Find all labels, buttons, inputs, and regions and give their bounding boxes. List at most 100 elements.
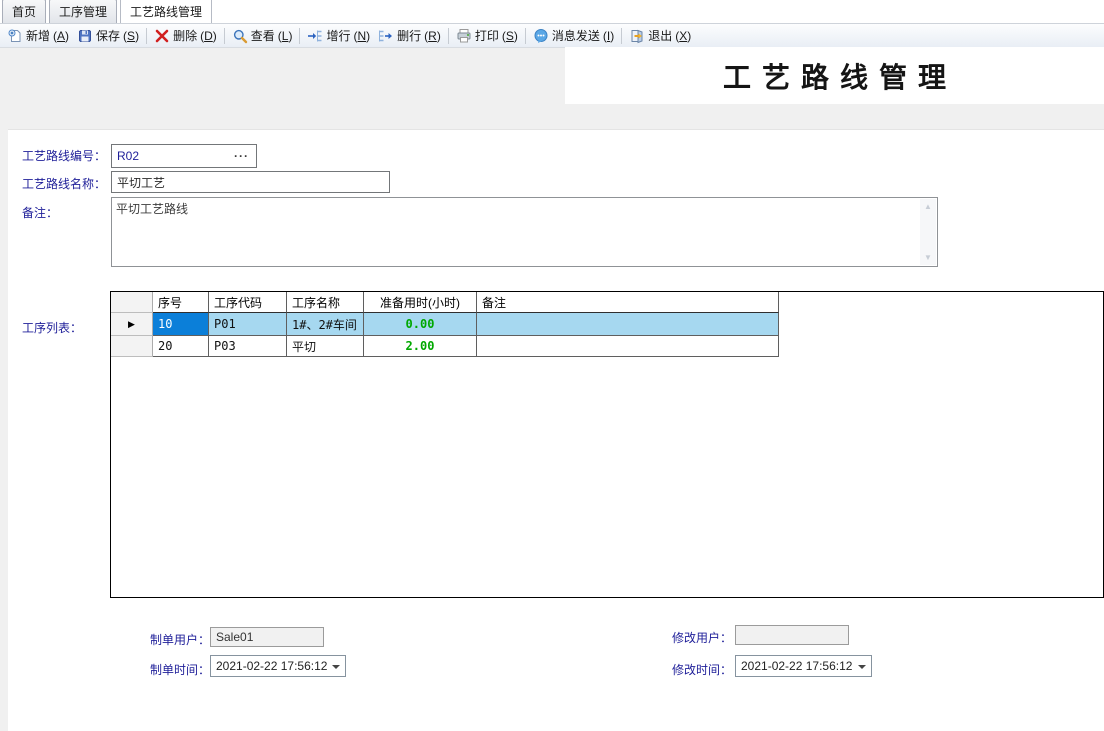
new-document-icon [7,28,23,44]
delete-icon [154,28,170,44]
send-message-button-hotkey: I [603,29,614,43]
route-no-input[interactable]: R02 ··· [111,144,257,168]
toolbar-separator [621,28,622,44]
tab-home[interactable]: 首页 [2,0,46,23]
toolbar-separator [525,28,526,44]
new-button-hotkey: A [53,29,69,43]
toolbar-separator [146,28,147,44]
delete-button[interactable]: 删除D [150,26,221,45]
print-button[interactable]: 打印S [452,26,522,45]
new-button-label: 新增 [26,27,50,44]
col-header-name[interactable]: 工序名称 [287,292,364,313]
cell-remark[interactable] [477,313,779,336]
message-icon [533,28,549,44]
create-time-label: 制单时间： [150,661,210,678]
current-row-arrow-icon: ▶ [128,319,135,330]
save-button-hotkey: S [123,29,139,43]
chevron-down-icon [858,665,866,673]
cell-code[interactable]: P01 [209,313,287,336]
grid-header-row: 序号 工序代码 工序名称 准备用时(小时) 备注 [111,292,1103,313]
page-title: 工艺路线管理 [712,56,957,96]
view-icon [232,28,248,44]
cell-name[interactable]: 平切 [287,336,364,357]
scroll-down-icon[interactable]: ▼ [920,250,936,265]
route-no-value: R02 [117,149,139,163]
title-banner: 工艺路线管理 [565,47,1104,104]
remark-value: 平切工艺路线 [116,202,188,216]
table-row[interactable]: ▶ 10 P01 1#、2#车间 0.00 [111,313,1103,336]
col-header-remark[interactable]: 备注 [477,292,779,313]
cell-prep-time[interactable]: 0.00 [364,313,477,336]
delete-row-button[interactable]: 删行R [374,26,445,45]
view-button-label: 查看 [251,27,275,44]
cell-seq[interactable]: 10 [153,313,209,336]
print-icon [456,28,472,44]
modify-time-value: 2021-02-22 17:56:12 [741,659,852,673]
modifier-label: 修改用户： [672,629,732,646]
creator-label: 制单用户： [150,631,210,648]
send-message-button[interactable]: 消息发送I [529,26,618,45]
cell-prep-time[interactable]: 2.00 [364,336,477,357]
process-grid: 序号 工序代码 工序名称 准备用时(小时) 备注 ▶ 10 P01 1#、2#车… [110,291,1104,598]
col-header-prep-time[interactable]: 准备用时(小时) [364,292,477,313]
tab-bar: 首页 工序管理 工艺路线管理 [0,0,1104,24]
cell-name[interactable]: 1#、2#车间 [287,313,364,336]
delete-button-label: 删除 [173,27,197,44]
route-name-value: 平切工艺 [117,174,165,191]
save-icon [77,28,93,44]
create-time-value: 2021-02-22 17:56:12 [216,659,327,673]
process-route-window: 首页 工序管理 工艺路线管理 新增A 保存S 删除D 查看L 增行N [0,0,1104,731]
exit-button-label: 退出 [648,27,672,44]
add-row-icon [307,28,323,44]
modify-time-label: 修改时间： [672,661,732,678]
cell-code[interactable]: P03 [209,336,287,357]
delete-row-icon [378,28,394,44]
add-row-button[interactable]: 增行N [303,26,374,45]
exit-button[interactable]: 退出X [625,26,695,45]
table-row[interactable]: 20 P03 平切 2.00 [111,336,1103,357]
row-selector-header [111,292,153,313]
route-name-input[interactable]: 平切工艺 [111,171,390,193]
send-message-button-label: 消息发送 [552,27,600,44]
print-button-hotkey: S [502,29,518,43]
cell-remark[interactable] [477,336,779,357]
row-selector-cell[interactable] [111,336,153,357]
toolbar-separator [224,28,225,44]
print-button-label: 打印 [475,27,499,44]
modify-time-dropdown[interactable]: 2021-02-22 17:56:12 [735,655,872,677]
route-name-label: 工艺路线名称： [22,175,106,192]
creator-input[interactable]: Sale01 [210,627,324,647]
add-row-button-hotkey: N [353,29,370,43]
route-no-label: 工艺路线编号： [22,147,106,164]
browse-button[interactable]: ··· [234,145,249,167]
view-button-hotkey: L [278,29,293,43]
creator-value: Sale01 [216,630,253,644]
col-header-code[interactable]: 工序代码 [209,292,287,313]
row-selector-cell[interactable]: ▶ [111,313,153,336]
delete-row-button-label: 删行 [397,27,421,44]
scroll-up-icon[interactable]: ▲ [920,199,936,214]
new-button[interactable]: 新增A [3,26,73,45]
chevron-down-icon [332,665,340,673]
toolbar: 新增A 保存S 删除D 查看L 增行N 删行R 打印S [0,24,1104,48]
view-button[interactable]: 查看L [228,26,297,45]
delete-button-hotkey: D [200,29,217,43]
save-button[interactable]: 保存S [73,26,143,45]
tab-process-management[interactable]: 工序管理 [49,0,117,23]
remark-label: 备注： [22,204,58,221]
exit-icon [629,28,645,44]
create-time-dropdown[interactable]: 2021-02-22 17:56:12 [210,655,346,677]
save-button-label: 保存 [96,27,120,44]
tab-route-management[interactable]: 工艺路线管理 [120,0,212,23]
col-header-seq[interactable]: 序号 [153,292,209,313]
remark-textarea[interactable]: 平切工艺路线 ▲ ▼ [111,197,938,267]
toolbar-separator [448,28,449,44]
delete-row-button-hotkey: R [424,29,441,43]
modifier-input[interactable] [735,625,849,645]
remark-scrollbar[interactable]: ▲ ▼ [920,199,936,265]
add-row-button-label: 增行 [326,27,350,44]
process-list-label: 工序列表： [22,319,82,336]
exit-button-hotkey: X [675,29,691,43]
toolbar-separator [299,28,300,44]
cell-seq[interactable]: 20 [153,336,209,357]
